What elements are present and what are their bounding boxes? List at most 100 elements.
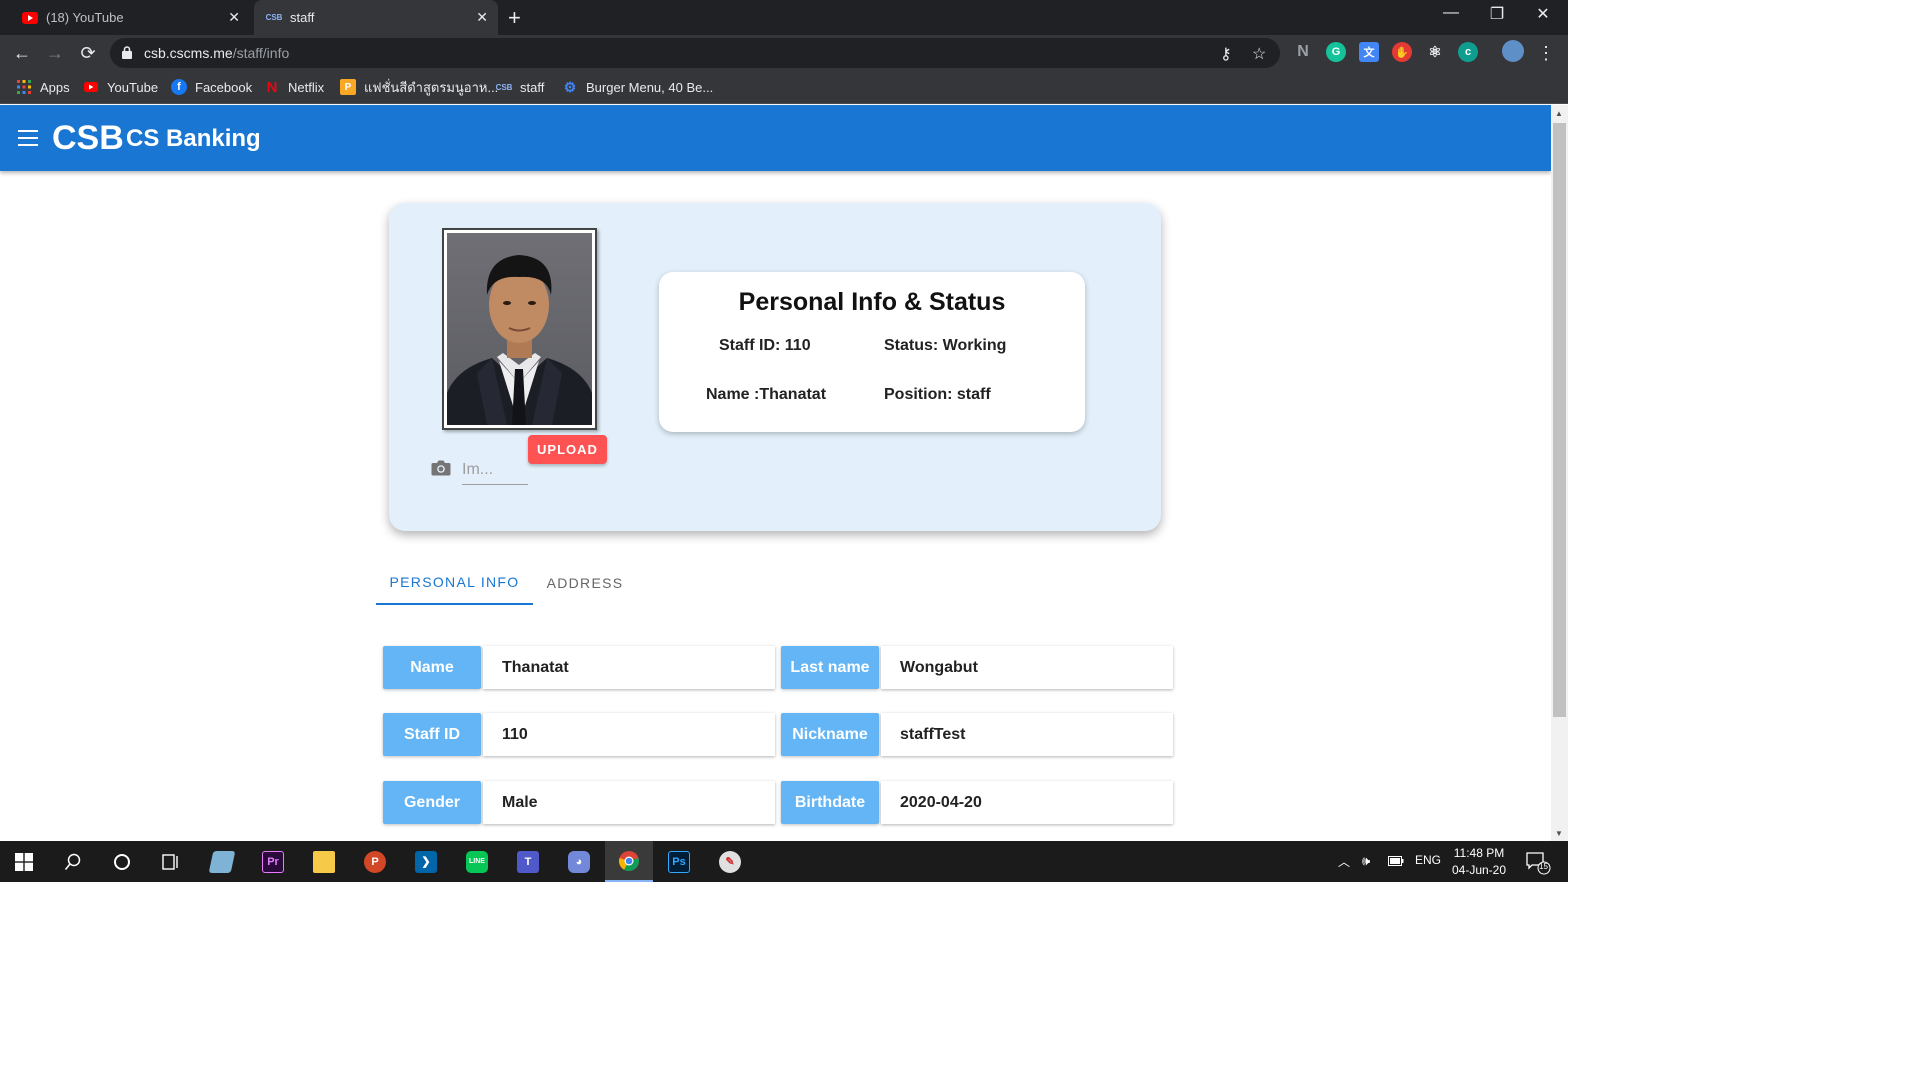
menu-dots-icon[interactable]: ⋮	[1534, 41, 1558, 65]
show-hidden-icons-icon[interactable]: ︿	[1338, 853, 1350, 870]
scroll-up-icon[interactable]: ▲	[1555, 109, 1563, 118]
lock-icon	[122, 46, 132, 64]
field-label: Last name	[781, 646, 879, 689]
browser-tab-strip: (18) YouTube ✕ CSB staff ✕ + — ❐ ✕	[0, 0, 1568, 35]
hamburger-menu-icon[interactable]	[18, 130, 38, 151]
photoshop-icon[interactable]: Ps	[655, 841, 703, 882]
cortana-icon[interactable]	[98, 841, 146, 882]
battery-icon[interactable]	[1388, 855, 1404, 869]
image-file-input[interactable]: Im...	[462, 457, 528, 485]
translate-icon[interactable]: 文	[1359, 42, 1379, 62]
new-tab-icon[interactable]: +	[508, 5, 521, 31]
app-header: CSB CS Banking	[0, 105, 1551, 171]
bookmark-netflix[interactable]: N Netflix	[264, 78, 325, 96]
volume-icon[interactable]: 🕪	[1362, 853, 1370, 869]
windows-start-icon[interactable]	[0, 841, 48, 882]
close-tab-icon[interactable]: ✕	[228, 9, 240, 26]
clock-date: 04-Jun-20	[1451, 863, 1507, 877]
field-birthdate: Birthdate 2020-04-20	[781, 781, 1173, 824]
field-value[interactable]: 110	[483, 713, 775, 756]
field-value[interactable]: Wongabut	[881, 646, 1173, 689]
app-notepad-icon[interactable]	[198, 841, 246, 882]
app-title: CS Banking	[126, 125, 261, 152]
netflix-icon: N	[266, 78, 278, 96]
csb-favicon-icon: CSB	[495, 82, 513, 92]
close-window-icon[interactable]: ✕	[1520, 4, 1566, 24]
field-gender: Gender Male	[383, 781, 775, 824]
bookmark-thai-page[interactable]: P แฟชั่นสีดำสูตรมนูอาห...	[340, 78, 498, 96]
chrome-taskbar-icon[interactable]	[605, 841, 653, 882]
field-label: Staff ID	[383, 713, 481, 756]
star-icon[interactable]: ☆	[1252, 44, 1266, 64]
csb-favicon-icon: CSB	[265, 13, 283, 22]
key-icon[interactable]: ⚷	[1220, 44, 1232, 64]
discord-icon[interactable]: ◕	[555, 841, 603, 882]
back-icon[interactable]: ←	[10, 41, 34, 65]
field-last-name: Last name Wongabut	[781, 646, 1173, 689]
info-tabs: PERSONAL INFO ADDRESS	[376, 561, 1166, 605]
tab-staff[interactable]: CSB staff ✕	[254, 0, 498, 35]
teal-extension-icon[interactable]: c	[1458, 42, 1478, 62]
profile-photo-frame	[442, 228, 597, 430]
vscode-icon[interactable]: ❯	[402, 841, 450, 882]
minimize-icon[interactable]: —	[1428, 4, 1474, 22]
field-nickname: Nickname staffTest	[781, 713, 1173, 756]
windows-taskbar: Pr P ❯ LINE T ◕ Ps ✎ ︿ 🕪 ENG 11:48 PM 04…	[0, 841, 1568, 882]
scroll-down-icon[interactable]: ▼	[1555, 829, 1563, 838]
bookmark-youtube[interactable]: YouTube	[83, 78, 158, 96]
tab-personal-info[interactable]: PERSONAL INFO	[376, 561, 533, 605]
profile-avatar[interactable]	[1502, 40, 1524, 62]
red-extension-icon[interactable]: ✋	[1392, 42, 1412, 62]
field-staff-id: Staff ID 110	[383, 713, 775, 756]
system-clock[interactable]: 11:48 PM 04-Jun-20	[1446, 845, 1512, 879]
clock-time: 11:48 PM	[1453, 846, 1505, 860]
tab-title: staff	[290, 10, 315, 25]
forward-icon[interactable]: →	[43, 41, 67, 65]
restore-icon[interactable]: ❐	[1474, 4, 1520, 24]
youtube-icon	[83, 79, 99, 95]
notion-extension-icon[interactable]: N	[1293, 42, 1313, 62]
bookmark-facebook[interactable]: f Facebook	[171, 78, 252, 96]
staff-id-text: Staff ID: 110	[719, 337, 811, 354]
grammarly-icon[interactable]: G	[1326, 42, 1346, 62]
bookmarks-bar: Apps YouTube f Facebook N Netflix P แฟชั…	[0, 71, 1568, 104]
field-value[interactable]: Thanatat	[483, 646, 775, 689]
bookmark-apps[interactable]: Apps	[16, 78, 70, 96]
premiere-pro-icon[interactable]: Pr	[249, 841, 297, 882]
field-value[interactable]: Male	[483, 781, 775, 824]
field-value[interactable]: 2020-04-20	[881, 781, 1173, 824]
scrollbar-thumb[interactable]	[1553, 123, 1566, 717]
name-text: Name :Thanatat	[706, 386, 827, 403]
bookmark-page-icon: P	[340, 79, 356, 95]
task-view-icon[interactable]	[147, 841, 195, 882]
bookmark-staff[interactable]: CSB staff	[495, 78, 545, 96]
field-label: Birthdate	[781, 781, 879, 824]
teams-icon[interactable]: T	[504, 841, 552, 882]
burger-site-icon: ⚙	[563, 78, 577, 95]
field-name: Name Thanatat	[383, 646, 775, 689]
paint-app-icon[interactable]: ✎	[706, 841, 754, 882]
address-bar[interactable]: csb.cscms.me/staff/info ⚷ ☆	[110, 38, 1280, 68]
bookmark-burger-menu[interactable]: ⚙ Burger Menu, 40 Be...	[562, 78, 713, 96]
file-explorer-icon[interactable]	[300, 841, 348, 882]
field-value[interactable]: staffTest	[881, 713, 1173, 756]
field-label: Nickname	[781, 713, 879, 756]
tab-youtube[interactable]: (18) YouTube ✕	[0, 0, 250, 35]
apps-grid-icon	[16, 79, 32, 95]
line-app-icon[interactable]: LINE	[453, 841, 501, 882]
powerpoint-icon[interactable]: P	[351, 841, 399, 882]
react-devtools-icon[interactable]: ⚛	[1425, 42, 1445, 62]
notification-center-icon[interactable]: 15	[1526, 851, 1552, 878]
app-logo[interactable]: CSB	[52, 119, 124, 158]
search-icon[interactable]	[49, 841, 97, 882]
upload-button[interactable]: UPLOAD	[528, 435, 607, 464]
close-tab-icon[interactable]: ✕	[476, 9, 488, 26]
reload-icon[interactable]: ⟳	[76, 41, 100, 65]
profile-photo	[447, 233, 592, 425]
page-scrollbar[interactable]: ▲ ▼	[1551, 105, 1568, 841]
tab-address[interactable]: ADDRESS	[533, 561, 637, 605]
personal-info-status-card: Personal Info & Status Staff ID: 110 Sta…	[659, 272, 1085, 432]
camera-icon[interactable]	[431, 459, 451, 481]
browser-toolbar: ← → ⟳ csb.cscms.me/staff/info ⚷ ☆ N G 文 …	[0, 35, 1568, 71]
input-language[interactable]: ENG	[1415, 853, 1441, 867]
